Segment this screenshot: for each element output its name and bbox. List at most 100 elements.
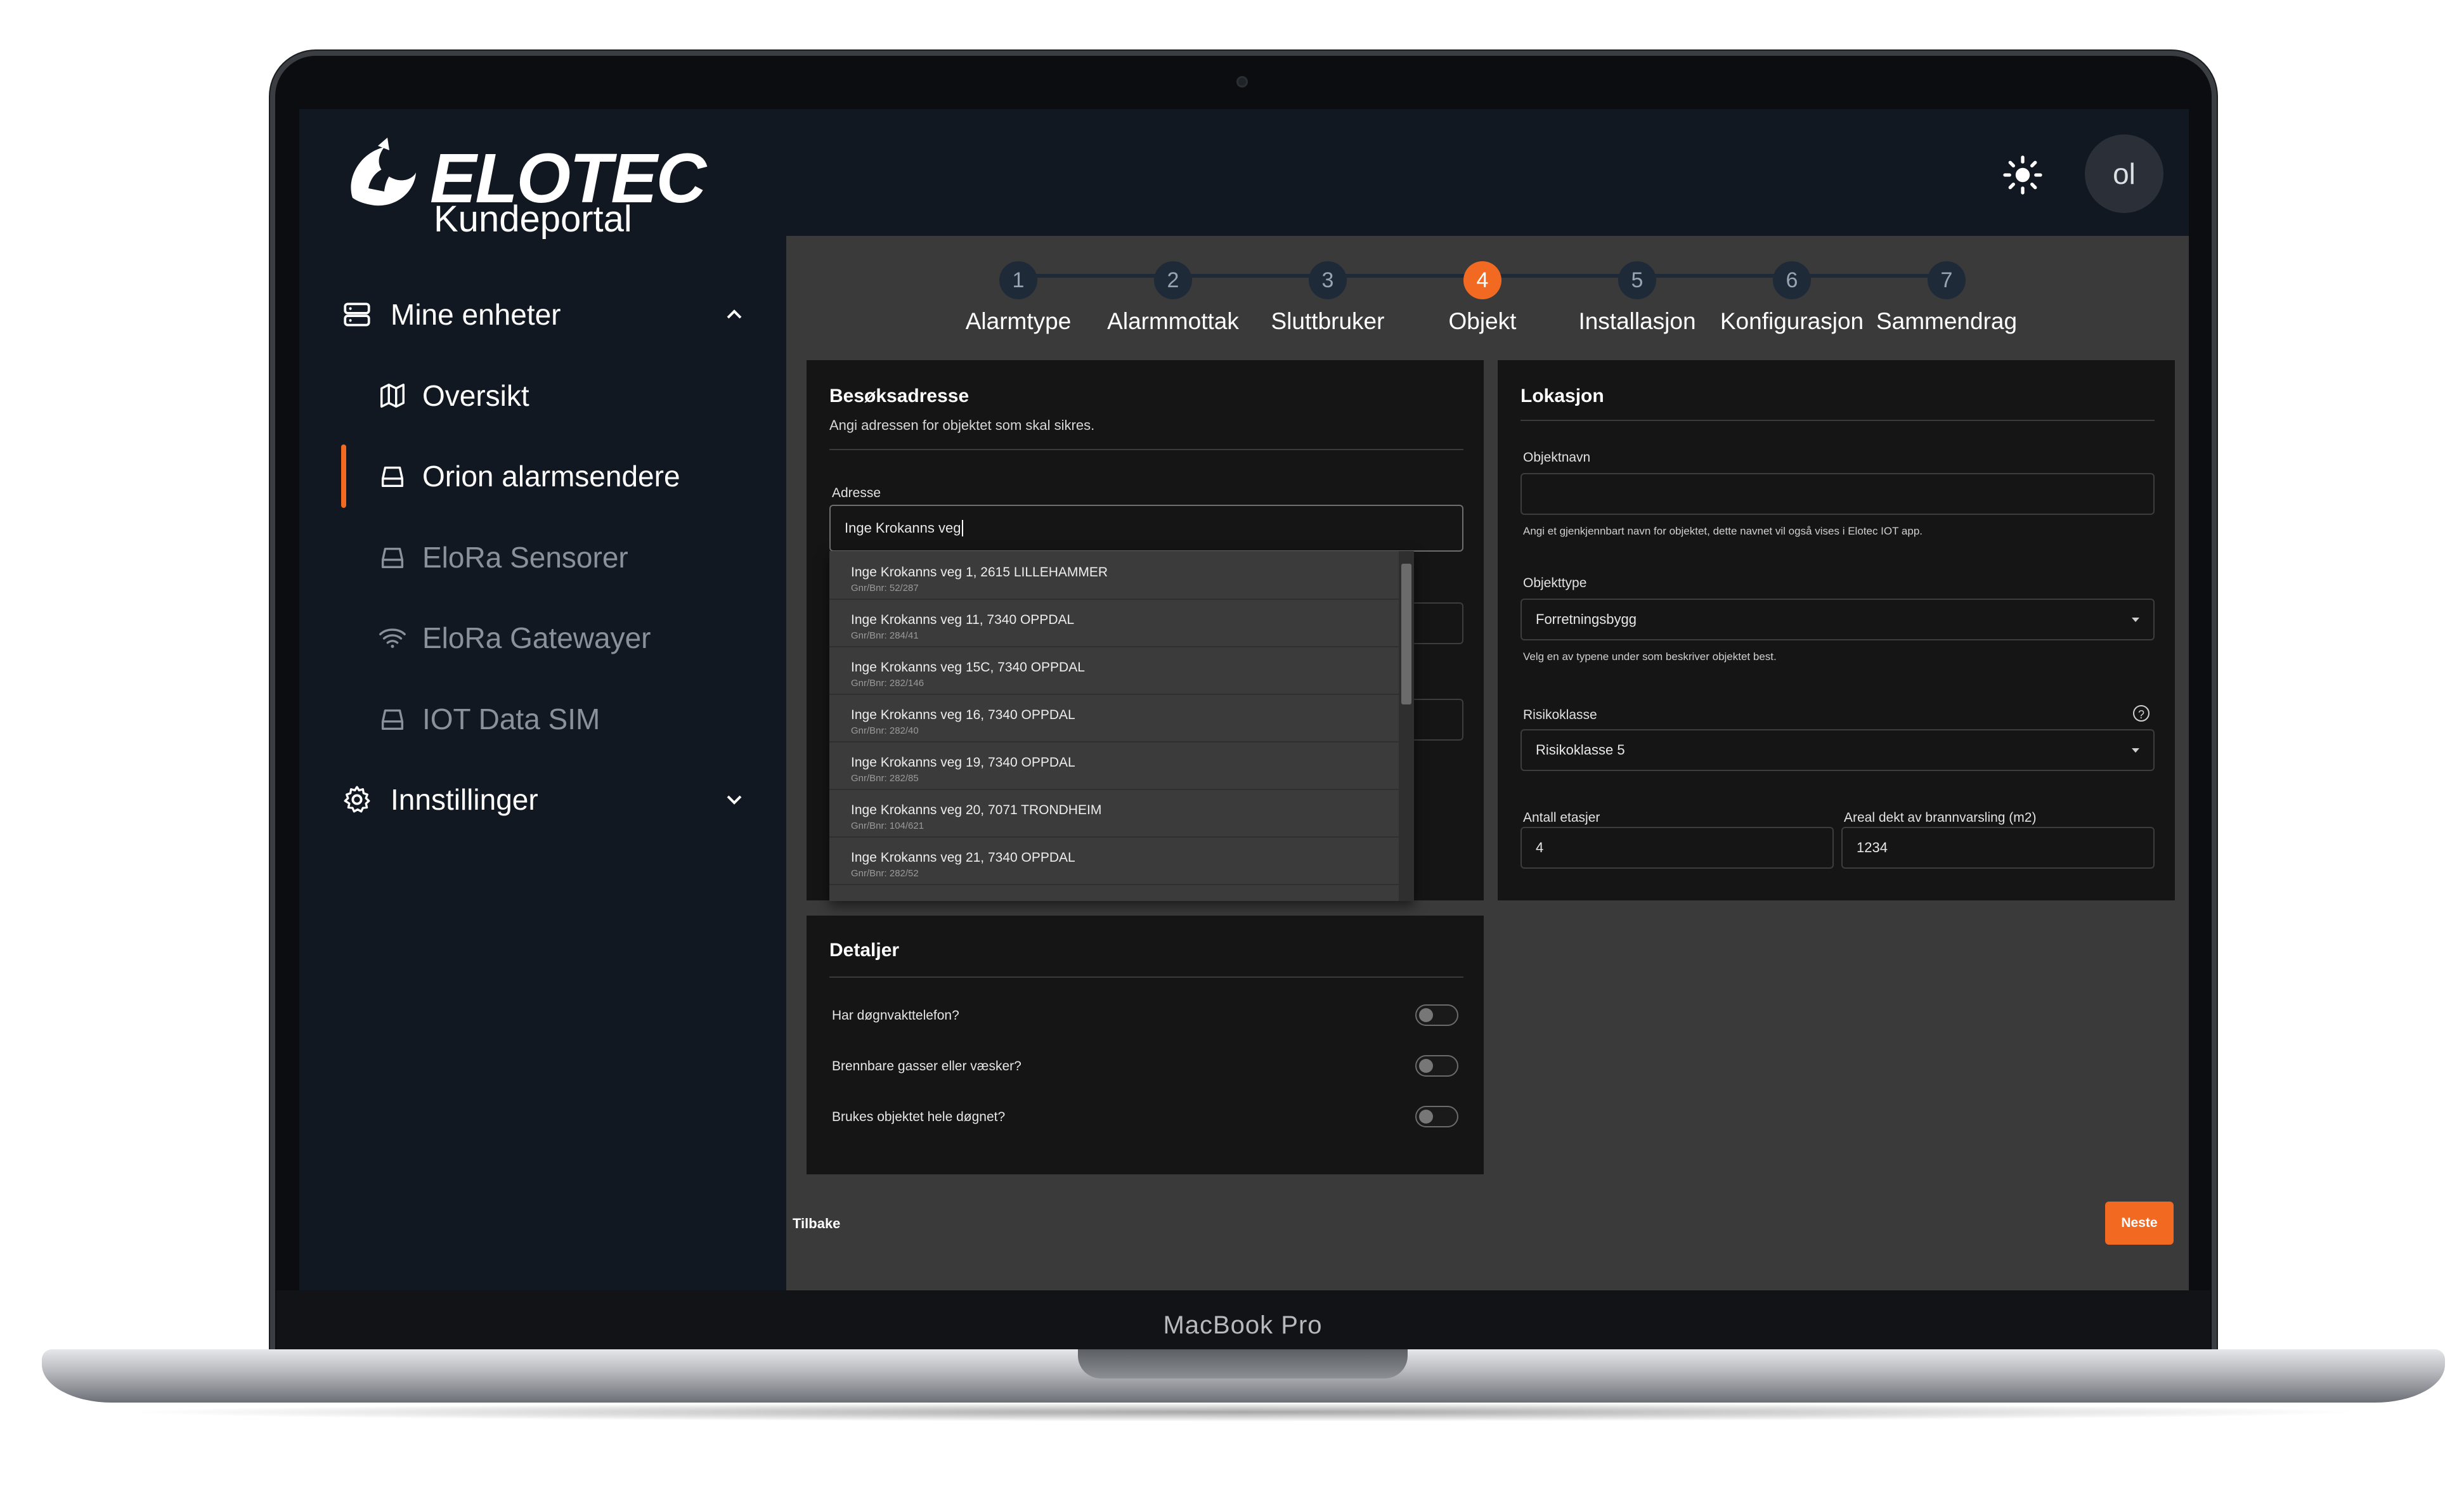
help-icon[interactable]: ? <box>2133 705 2150 722</box>
object-type-value: Forretningsbygg <box>1536 611 1637 627</box>
suggestion-gnr: Gnr/Bnr: 282/52 <box>851 868 919 879</box>
step-number: 3 <box>1309 261 1347 299</box>
divider <box>1521 420 2155 421</box>
step-3[interactable]: 3 Sluttbruker <box>1245 261 1410 335</box>
step-7[interactable]: 7 Sammendrag <box>1864 261 2029 335</box>
step-6[interactable]: 6 Konfigurasjon <box>1709 261 1874 335</box>
toggle-switch[interactable] <box>1415 1055 1458 1077</box>
elotec-logo-icon <box>351 138 416 206</box>
sidebar-item-oversikt[interactable]: Oversikt <box>299 364 786 427</box>
nav-group-label: Mine enheter <box>391 298 561 331</box>
toggle-switch[interactable] <box>1415 1004 1458 1026</box>
card-subtitle: Angi adressen for objektet som skal sikr… <box>829 417 1095 433</box>
address-suggestion[interactable]: Inge Krokanns veg 16, 7340 OPPDAL Gnr/Bn… <box>829 694 1399 743</box>
step-number: 1 <box>999 261 1037 299</box>
object-type-select[interactable]: Forretningsbygg <box>1521 599 2155 640</box>
object-name-help: Angi et gjenkjennbart navn for objektet,… <box>1523 525 1923 537</box>
suggestion-address: Inge Krokanns veg 19, 7340 OPPDAL <box>851 755 1075 770</box>
gear-icon <box>344 786 370 813</box>
card-title: Lokasjon <box>1521 386 1604 406</box>
suggestion-address: Inge Krokanns veg 15C, 7340 OPPDAL <box>851 660 1085 675</box>
back-button[interactable]: Tilbake <box>793 1216 840 1232</box>
area-label: Areal dekt av brannvarsling (m2) <box>1844 810 2037 825</box>
address-suggestion[interactable]: Inge Krokanns veg 15C, 7340 OPPDAL Gnr/B… <box>829 646 1399 695</box>
toggle-label: Brennbare gasser eller væsker? <box>832 1059 1021 1073</box>
step-label: Sluttbruker <box>1271 308 1385 334</box>
divider <box>829 449 1463 450</box>
sidebar-item-label: EloRa Sensorer <box>422 541 628 574</box>
step-5[interactable]: 5 Installasjon <box>1555 261 1720 335</box>
step-2[interactable]: 2 Alarmmottak <box>1091 261 1255 335</box>
object-type-help: Velg en av typene under som beskriver ob… <box>1523 651 1777 663</box>
step-label: Alarmmottak <box>1107 308 1239 334</box>
area-input[interactable]: 1234 <box>1841 827 2155 869</box>
sidebar-item-elora-sensorer[interactable]: EloRa Sensorer <box>299 526 786 589</box>
elotec-logo[interactable]: ELOTEC Kundeportal <box>340 134 706 240</box>
scrollbar[interactable] <box>1399 551 1414 901</box>
sidebar-item-label: IOT Data SIM <box>422 703 600 736</box>
suggestion-gnr: Gnr/Bnr: 104/621 <box>851 820 924 831</box>
hard-drive-icon <box>381 547 404 569</box>
step-number: 7 <box>1928 261 1966 299</box>
toggle-knob <box>1419 1059 1433 1073</box>
suggestion-gnr: Gnr/Bnr: 282/85 <box>851 773 919 784</box>
risk-class-value: Risikoklasse 5 <box>1536 742 1625 758</box>
camera-icon <box>1236 76 1248 88</box>
sun-icon[interactable] <box>2002 155 2043 195</box>
sidebar: ELOTEC Kundeportal Mine enheter Oversikt <box>299 109 786 1290</box>
sidebar-item-label: Orion alarmsendere <box>422 460 680 493</box>
address-suggestion[interactable]: Inge Krokanns veg 1, 2615 LILLEHAMMER Gn… <box>829 551 1399 600</box>
location-card: Lokasjon Objektnavn Angi et gjenkjennbar… <box>1498 360 2175 900</box>
card-title: Detaljer <box>829 940 900 961</box>
suggestion-address: Inge Krokanns veg 1, 2615 LILLEHAMMER <box>851 565 1108 580</box>
address-suggestion[interactable]: Inge Krokanns veg 19, 7340 OPPDAL Gnr/Bn… <box>829 741 1399 790</box>
nav-group-innstillinger[interactable]: Innstillinger <box>299 768 786 831</box>
sidebar-item-label: Oversikt <box>422 379 529 412</box>
object-type-label: Objekttype <box>1523 576 1587 590</box>
divider <box>829 976 1463 978</box>
chevron-up-icon[interactable] <box>722 302 747 327</box>
caret-down-icon <box>2132 618 2139 622</box>
sidebar-item-iot-data-sim[interactable]: IOT Data SIM <box>299 687 786 751</box>
floors-input[interactable]: 4 <box>1521 827 1834 869</box>
address-suggestion[interactable]: Inge Krokanns veg 11, 7340 OPPDAL Gnr/Bn… <box>829 599 1399 647</box>
toggle-switch[interactable] <box>1415 1106 1458 1127</box>
step-label: Alarmtype <box>965 308 1072 334</box>
nav-group-mine-enheter[interactable]: Mine enheter <box>299 283 786 346</box>
scroll-thumb[interactable] <box>1401 564 1411 704</box>
avatar[interactable]: ol <box>2085 134 2163 213</box>
card-title: Besøksadresse <box>829 386 969 406</box>
laptop-notch <box>1078 1349 1408 1378</box>
next-button[interactable]: Neste <box>2105 1202 2174 1245</box>
chevron-down-icon[interactable] <box>722 787 747 812</box>
hard-drive-icon <box>381 709 404 730</box>
map-icon <box>380 384 405 408</box>
stepper: 1 Alarmtype 2 Alarmmottak 3 Sluttbruker … <box>786 236 2189 334</box>
risk-class-select[interactable]: Risikoklasse 5 <box>1521 729 2155 771</box>
sidebar-item-elora-gatewayer[interactable]: EloRa Gatewayer <box>299 606 786 670</box>
toggle-row: Brennbare gasser eller væsker? <box>807 1054 1484 1079</box>
step-label: Installasjon <box>1578 308 1696 334</box>
step-4[interactable]: 4 Objekt <box>1400 261 1565 335</box>
logo-subtitle: Kundeportal <box>434 198 632 240</box>
toggle-row: Har døgnvakttelefon? <box>807 1003 1484 1028</box>
floors-label: Antall etasjer <box>1523 810 1600 825</box>
server-icon <box>344 302 370 327</box>
step-1[interactable]: 1 Alarmtype <box>936 261 1101 335</box>
address-input[interactable]: Inge Krokanns veg <box>829 505 1463 552</box>
toggle-knob <box>1419 1110 1433 1124</box>
hard-drive-icon <box>381 466 404 488</box>
toggle-label: Brukes objektet hele døgnet? <box>832 1110 1006 1124</box>
suggestion-address: Inge Krokanns veg 16, 7340 OPPDAL <box>851 708 1075 722</box>
step-label: Konfigurasjon <box>1720 308 1864 334</box>
caret-down-icon <box>2132 748 2139 753</box>
object-name-input[interactable] <box>1521 473 2155 515</box>
sidebar-item-orion-alarmsendere[interactable]: Orion alarmsendere <box>299 444 786 508</box>
address-suggestion[interactable]: Inge Krokanns veg 21, 7340 OPPDAL Gnr/Bn… <box>829 836 1399 885</box>
suggestion-gnr: Gnr/Bnr: 52/287 <box>851 583 919 593</box>
step-number: 6 <box>1773 261 1811 299</box>
address-suggestion[interactable]: Inge Krokanns veg 20, 7071 TRONDHEIM Gnr… <box>829 789 1399 838</box>
step-label: Objekt <box>1448 308 1517 334</box>
top-bar: ol <box>786 109 2189 236</box>
object-name-label: Objektnavn <box>1523 450 1591 465</box>
